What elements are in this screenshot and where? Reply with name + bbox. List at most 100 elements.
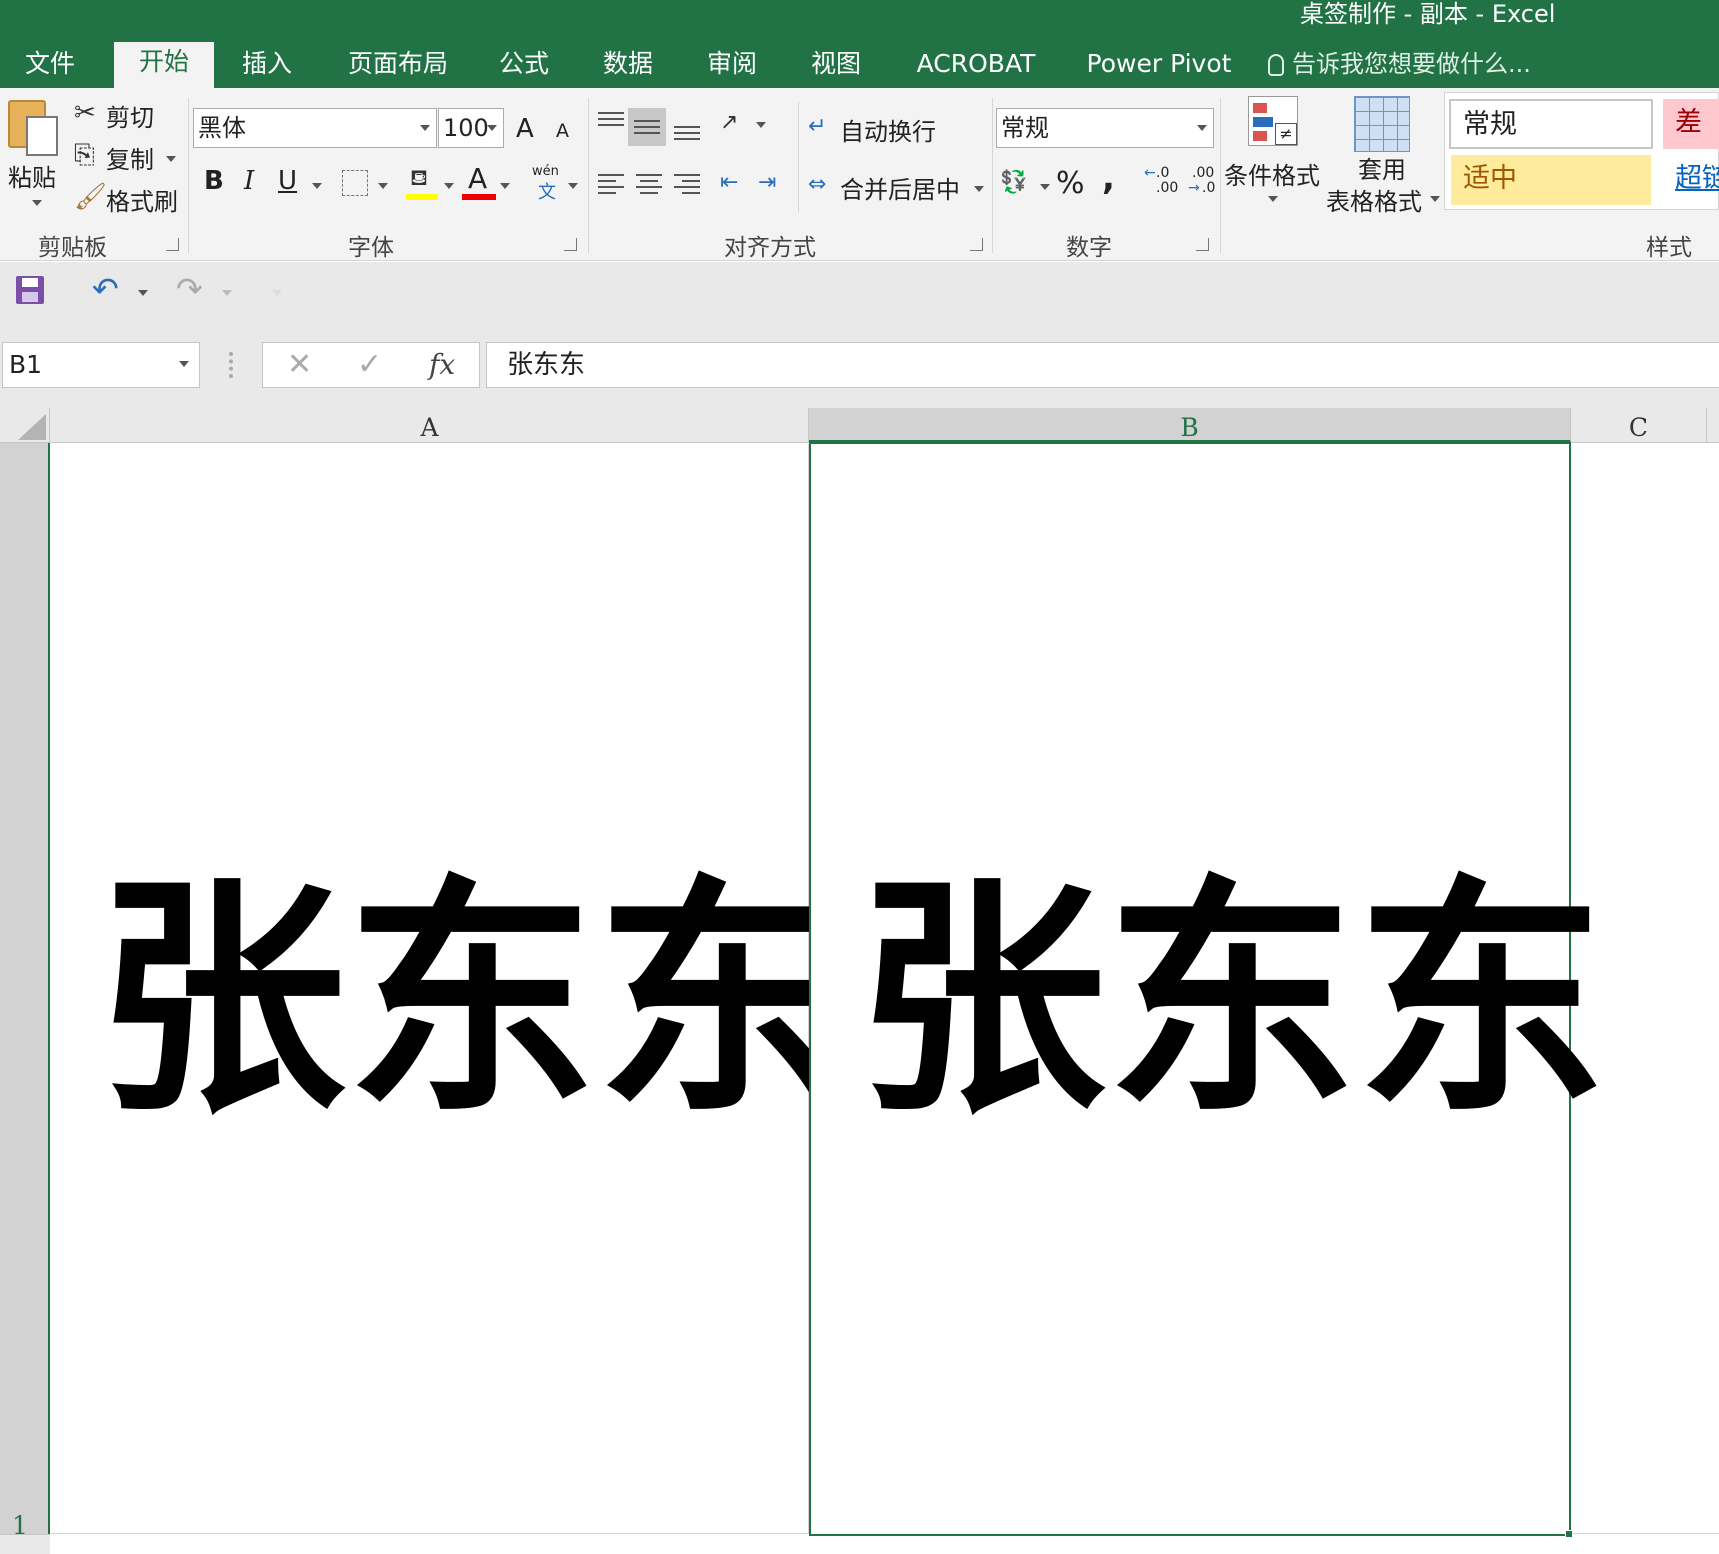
- conditional-formatting-button[interactable]: ≠ 条件格式: [1224, 92, 1322, 222]
- separator: [588, 98, 589, 253]
- fill-color-dropdown-icon[interactable]: [444, 183, 454, 189]
- money-icon: 💱: [1000, 170, 1028, 195]
- separator: [188, 98, 189, 253]
- chevron-down-icon: [420, 125, 430, 131]
- copy-dropdown-icon: [166, 156, 176, 162]
- format-as-table-button[interactable]: 套用 表格格式: [1326, 92, 1442, 222]
- column-header-a[interactable]: A: [51, 408, 809, 443]
- format-painter-label: 格式刷: [106, 188, 178, 216]
- decrease-indent-button[interactable]: ⇤: [720, 170, 750, 200]
- styles-group-label: 样式: [1646, 235, 1692, 261]
- fill-handle[interactable]: [1565, 1530, 1573, 1538]
- copy-button[interactable]: ⎘ 复制: [72, 140, 182, 176]
- align-left-button[interactable]: [596, 170, 626, 200]
- name-box-value: B1: [9, 350, 43, 379]
- undo-dropdown-icon[interactable]: [138, 290, 148, 296]
- grow-font-button[interactable]: A: [516, 114, 534, 144]
- tab-data[interactable]: 数据: [590, 44, 666, 88]
- number-format-select[interactable]: 常规: [996, 108, 1214, 148]
- font-size-select[interactable]: 100: [438, 108, 504, 148]
- row-header-1[interactable]: 1: [0, 443, 50, 1554]
- align-bottom-button[interactable]: [672, 110, 702, 144]
- save-icon[interactable]: [16, 276, 44, 304]
- align-middle-button[interactable]: [628, 108, 666, 146]
- tab-formulas[interactable]: 公式: [486, 44, 562, 88]
- enter-icon[interactable]: ✓: [357, 343, 382, 387]
- style-bad[interactable]: 差: [1663, 99, 1719, 149]
- align-right-button[interactable]: [672, 170, 702, 200]
- fill-color-button[interactable]: ⛾: [406, 164, 438, 204]
- tab-acrobat[interactable]: ACROBAT: [906, 44, 1046, 88]
- style-neutral[interactable]: 适中: [1451, 155, 1651, 205]
- shrink-font-button[interactable]: A: [556, 120, 569, 142]
- increase-decimal-button[interactable]: .0 .00 ←: [1144, 166, 1184, 202]
- formula-input[interactable]: 张东东: [486, 342, 1719, 388]
- copy-icon: ⎘: [74, 140, 95, 170]
- style-hyperlink[interactable]: 超链: [1663, 155, 1719, 205]
- tell-me-text: 告诉我您想要做什么...: [1292, 50, 1531, 78]
- italic-button[interactable]: I: [244, 166, 254, 196]
- align-center-button[interactable]: [634, 170, 664, 200]
- underline-button[interactable]: U: [278, 166, 297, 196]
- redo-icon[interactable]: ↷: [176, 270, 203, 308]
- lightbulb-icon: [1268, 54, 1284, 76]
- format-table-dropdown-icon: [1430, 196, 1440, 202]
- align-top-button[interactable]: [596, 110, 626, 140]
- font-launcher-icon[interactable]: [564, 238, 577, 251]
- accounting-format-button[interactable]: 💱: [1000, 168, 1050, 204]
- increase-indent-button[interactable]: ⇥: [758, 170, 788, 200]
- comma-button[interactable]: ,: [1102, 158, 1115, 198]
- tab-home[interactable]: 开始: [114, 42, 214, 88]
- font-name-select[interactable]: 黑体: [193, 108, 437, 148]
- insert-function-button[interactable]: fx: [429, 343, 455, 387]
- tab-page-layout[interactable]: 页面布局: [335, 44, 461, 88]
- clipboard-launcher-icon[interactable]: [166, 238, 179, 251]
- redo-dropdown-icon[interactable]: [222, 290, 232, 296]
- bold-button[interactable]: B: [204, 166, 224, 196]
- tell-me-box[interactable]: 告诉我您想要做什么...: [1268, 44, 1531, 88]
- orientation-dropdown-icon: [756, 122, 766, 128]
- tab-review[interactable]: 审阅: [694, 44, 770, 88]
- paint-bucket-icon: ⛾: [410, 166, 428, 191]
- tab-view[interactable]: 视图: [798, 44, 874, 88]
- cell-a1-text: 张东东: [96, 856, 809, 1146]
- separator: [798, 102, 799, 212]
- borders-icon[interactable]: [342, 170, 368, 196]
- tab-insert[interactable]: 插入: [226, 44, 308, 88]
- cancel-icon[interactable]: ✕: [287, 343, 312, 387]
- name-box[interactable]: B1: [2, 342, 200, 388]
- number-format-value: 常规: [1001, 114, 1049, 142]
- borders-dropdown-icon[interactable]: [378, 183, 388, 189]
- cut-button[interactable]: ✂ 剪切: [72, 98, 182, 134]
- format-painter-button[interactable]: 🖌 格式刷: [72, 182, 182, 218]
- formula-bar: B1 ✕ ✓ fx 张东东: [0, 322, 1719, 408]
- customize-qat-icon[interactable]: [272, 290, 282, 296]
- alignment-launcher-icon[interactable]: [970, 238, 983, 251]
- select-all-button[interactable]: [0, 408, 50, 443]
- number-launcher-icon[interactable]: [1196, 238, 1209, 251]
- wrap-text-button[interactable]: ↵ 自动换行: [806, 110, 976, 148]
- cell-b1-text: 张东东: [856, 856, 1606, 1146]
- phonetic-dropdown-icon[interactable]: [568, 183, 578, 189]
- font-color-dropdown-icon[interactable]: [500, 183, 510, 189]
- decrease-decimal-button[interactable]: .00 .0 →: [1188, 166, 1228, 202]
- orientation-button[interactable]: ↗: [720, 108, 768, 142]
- font-color-button[interactable]: A: [462, 162, 496, 204]
- cut-label: 剪切: [106, 104, 154, 132]
- underline-dropdown-icon[interactable]: [312, 183, 322, 189]
- column-header-b[interactable]: B: [809, 408, 1571, 443]
- percent-button[interactable]: %: [1056, 166, 1085, 201]
- tab-file[interactable]: 文件: [0, 44, 100, 88]
- merge-center-button[interactable]: ⇔ 合并后居中: [806, 168, 996, 206]
- merge-dropdown-icon: [974, 186, 984, 192]
- paste-button[interactable]: 粘贴: [4, 94, 66, 214]
- title-bar: 桌签制作 - 副本 - Excel: [0, 0, 1719, 30]
- phonetic-button[interactable]: wén 文: [530, 164, 564, 206]
- style-normal[interactable]: 常规: [1449, 99, 1653, 149]
- formula-bar-grip-icon[interactable]: [229, 352, 233, 378]
- tab-power-pivot[interactable]: Power Pivot: [1076, 44, 1242, 88]
- font-group-label: 字体: [348, 235, 394, 261]
- column-header-c[interactable]: C: [1571, 408, 1707, 443]
- undo-icon[interactable]: ↶: [92, 270, 119, 308]
- row-header-2[interactable]: [0, 1534, 50, 1554]
